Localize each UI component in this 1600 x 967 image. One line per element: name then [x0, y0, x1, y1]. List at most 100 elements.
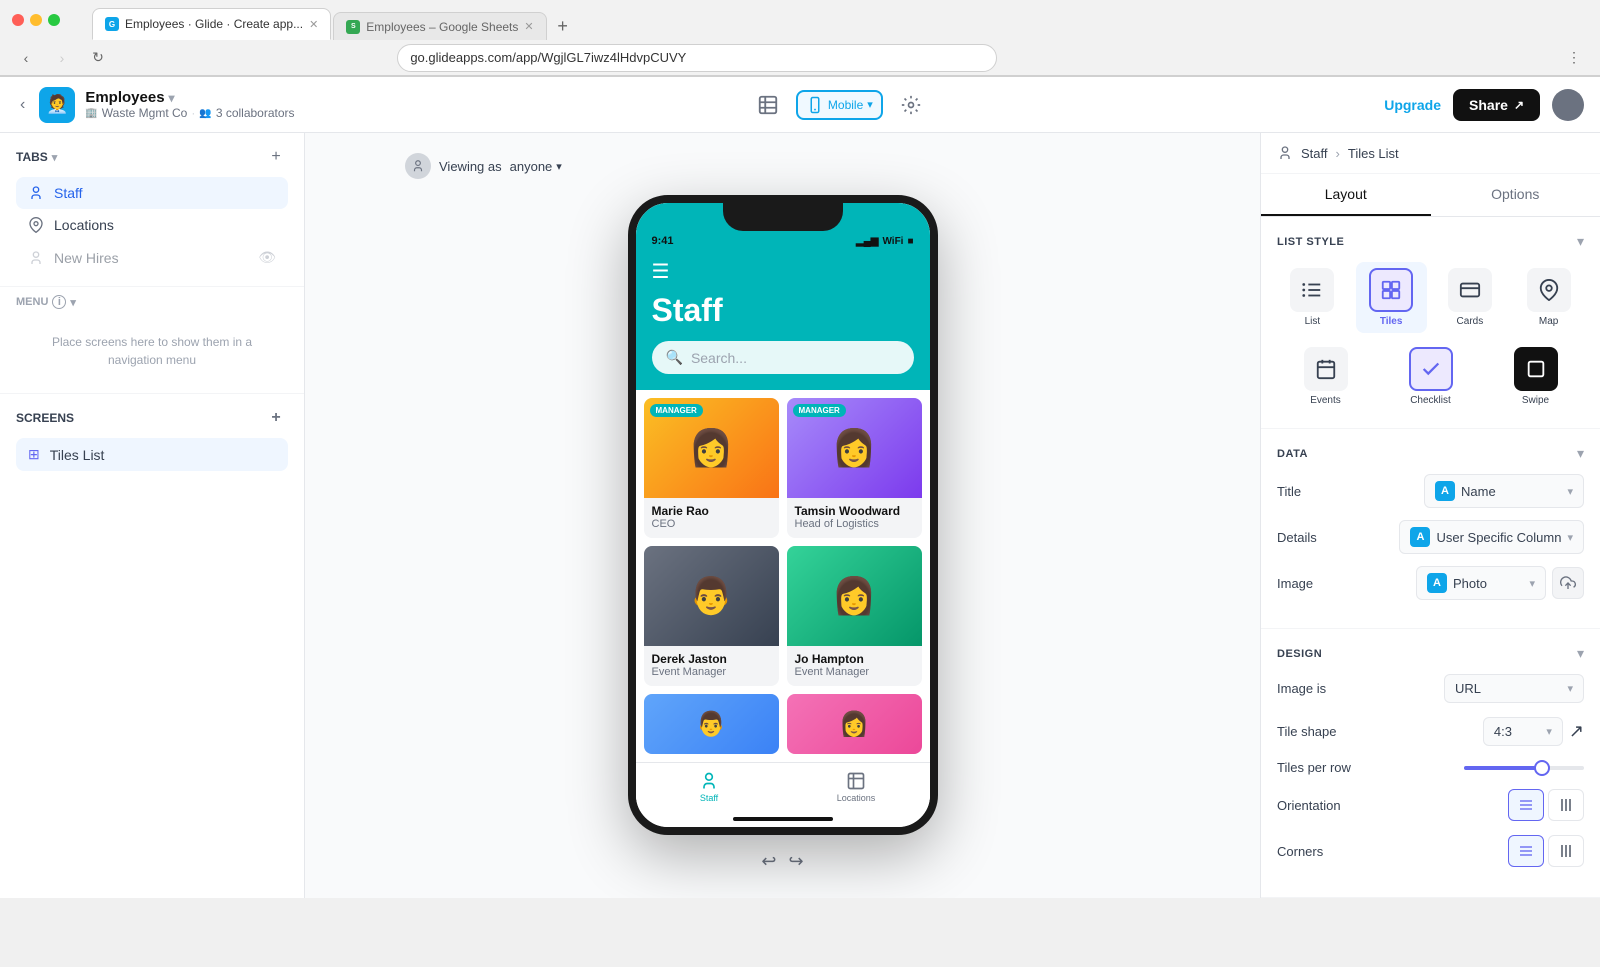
tiles-style-icon	[1369, 268, 1413, 312]
add-screen-button[interactable]: +	[264, 406, 288, 430]
device-toggle-button[interactable]: Mobile ▾	[796, 90, 883, 120]
settings-button[interactable]	[891, 85, 931, 125]
data-title-dropdown[interactable]: A Name ▾	[1424, 474, 1584, 508]
style-option-tiles[interactable]: Tiles	[1356, 262, 1427, 333]
bottom-nav-locations[interactable]: Locations	[783, 763, 930, 811]
phone-home-indicator	[733, 817, 833, 821]
new-hires-icon	[28, 250, 44, 266]
forward-button[interactable]: ›	[48, 44, 76, 72]
jo-name: Jo Hampton	[795, 652, 914, 666]
close-dot[interactable]	[12, 14, 24, 26]
data-image-dropdown[interactable]: A Photo ▾	[1416, 566, 1546, 600]
extensions-button[interactable]: ⋮	[1560, 44, 1588, 72]
bottom-nav-staff[interactable]: Staff	[636, 763, 783, 811]
tile-item-derek[interactable]: 👨 Derek Jaston Event Manager	[644, 546, 779, 686]
undo-button[interactable]: ↩	[761, 851, 776, 872]
image-is-value: URL	[1455, 681, 1481, 696]
data-details-dropdown[interactable]: A User Specific Column ▾	[1399, 520, 1584, 554]
image-is-dropdown[interactable]: URL ▾	[1444, 674, 1584, 703]
battery-icon: ■	[907, 236, 913, 247]
style-option-list[interactable]: List	[1277, 262, 1348, 333]
title-field-icon: A	[1435, 481, 1455, 501]
tile-item-p5[interactable]: 👨	[644, 694, 779, 754]
design-chevron-icon[interactable]: ▾	[1577, 645, 1584, 662]
upgrade-button[interactable]: Upgrade	[1384, 97, 1441, 113]
glide-tab-close[interactable]: ✕	[309, 18, 318, 31]
menu-section-title: MENU i ▾	[16, 295, 288, 309]
tile-item-marie[interactable]: MANAGER 👩 Marie Rao CEO	[644, 398, 779, 538]
style-option-cards[interactable]: Cards	[1435, 262, 1506, 333]
center-wrapper: Viewing as anyone ▾ 9:41 ▂▄▆ WiFi	[325, 153, 1240, 872]
minimize-dot[interactable]	[30, 14, 42, 26]
slider-fill	[1464, 766, 1536, 770]
glide-tab-label: Employees · Glide · Create app...	[125, 17, 303, 31]
add-tab-button[interactable]: +	[264, 145, 288, 169]
tile-item-p6[interactable]: 👩	[787, 694, 922, 754]
breadcrumb-parent-link[interactable]: Staff	[1301, 146, 1328, 161]
sidebar-item-locations[interactable]: Locations	[16, 209, 288, 241]
screens-section: SCREENS + ⊞ Tiles List	[0, 393, 304, 483]
list-style-chevron-icon[interactable]: ▾	[1577, 233, 1584, 250]
tile-item-tamsin[interactable]: MANAGER 👩 Tamsin Woodward Head of Logist…	[787, 398, 922, 538]
new-hires-label: New Hires	[54, 250, 248, 266]
back-nav-button[interactable]: ‹	[16, 92, 29, 118]
device-label: Mobile	[828, 98, 863, 112]
design-orientation-label: Orientation	[1277, 798, 1341, 813]
orientation-cols-button[interactable]	[1548, 789, 1584, 821]
tab-options[interactable]: Options	[1431, 174, 1600, 216]
address-bar[interactable]: go.glideapps.com/app/WgjlGL7iwz4lHdvpCUV…	[397, 44, 997, 72]
app-name[interactable]: Employees ▾	[85, 89, 294, 106]
sheets-tab-close[interactable]: ✕	[524, 20, 533, 33]
slider-thumb[interactable]	[1534, 760, 1550, 776]
screen-item-tiles-list[interactable]: ⊞ Tiles List	[16, 438, 288, 471]
new-tab-button[interactable]: +	[549, 12, 577, 40]
viewing-as-label: Viewing as	[439, 159, 502, 174]
tile-image-jo: 👩	[787, 546, 922, 646]
tile-image-tamsin: MANAGER 👩	[787, 398, 922, 498]
upload-image-button[interactable]	[1552, 567, 1584, 599]
list-style-header: LIST STYLE ▾	[1277, 233, 1584, 250]
details-dropdown-icon: ▾	[1567, 531, 1573, 544]
tile-shape-cursor-icon: ↗	[1569, 721, 1584, 742]
share-button[interactable]: Share ↗	[1453, 89, 1540, 121]
viewing-avatar	[405, 153, 431, 179]
tile-shape-dropdown-icon: ▾	[1546, 725, 1552, 738]
browser-tab-glide[interactable]: G Employees · Glide · Create app... ✕	[92, 8, 331, 40]
orientation-rows-button[interactable]	[1508, 789, 1544, 821]
tab-layout[interactable]: Layout	[1261, 174, 1431, 216]
app-subtitle: 🏢 Waste Mgmt Co · 👥 3 collaborators	[85, 106, 294, 120]
redo-button[interactable]: ↪	[789, 851, 804, 872]
jo-figure: 👩	[787, 546, 922, 646]
maximize-dot[interactable]	[48, 14, 60, 26]
sidebar-item-new-hires[interactable]: New Hires 👁	[16, 241, 288, 274]
phone-hamburger-button[interactable]: ☰	[652, 259, 914, 284]
viewing-as-dropdown[interactable]: anyone ▾	[510, 159, 562, 174]
screens-section-title: SCREENS +	[16, 406, 288, 430]
reload-button[interactable]: ↻	[84, 44, 112, 72]
tile-shape-dropdown[interactable]: 4:3 ▾	[1483, 717, 1563, 746]
style-option-map[interactable]: Map	[1513, 262, 1584, 333]
sidebar-item-staff[interactable]: Staff	[16, 177, 288, 209]
sheets-favicon: S	[346, 20, 360, 34]
left-sidebar: TABS ▾ + Staff Locations New Hires 👁	[0, 133, 305, 898]
back-button[interactable]: ‹	[12, 44, 40, 72]
staff-tab-label: Staff	[54, 185, 276, 201]
corners-square-button[interactable]	[1508, 835, 1544, 867]
phone-search-bar[interactable]: 🔍 Search...	[652, 341, 914, 374]
design-tiles-per-row-label: Tiles per row	[1277, 760, 1351, 775]
style-option-checklist[interactable]: Checklist	[1382, 341, 1479, 412]
data-section-header: DATA ▾	[1277, 445, 1584, 462]
user-avatar[interactable]	[1552, 89, 1584, 121]
data-chevron-icon[interactable]: ▾	[1577, 445, 1584, 462]
tile-badge-manager-2: MANAGER	[793, 404, 846, 417]
tile-item-jo[interactable]: 👩 Jo Hampton Event Manager	[787, 546, 922, 686]
right-breadcrumb: Staff › Tiles List	[1261, 133, 1600, 174]
browser-tab-sheets[interactable]: S Employees – Google Sheets ✕	[333, 12, 546, 40]
style-option-swipe[interactable]: Swipe	[1487, 341, 1584, 412]
menu-info-icon: i	[52, 295, 66, 309]
data-details-row: Details A User Specific Column ▾	[1277, 520, 1584, 554]
corners-rounded-button[interactable]	[1548, 835, 1584, 867]
design-tiles-per-row: Tiles per row	[1277, 760, 1584, 775]
table-view-button[interactable]	[748, 85, 788, 125]
style-option-events[interactable]: Events	[1277, 341, 1374, 412]
